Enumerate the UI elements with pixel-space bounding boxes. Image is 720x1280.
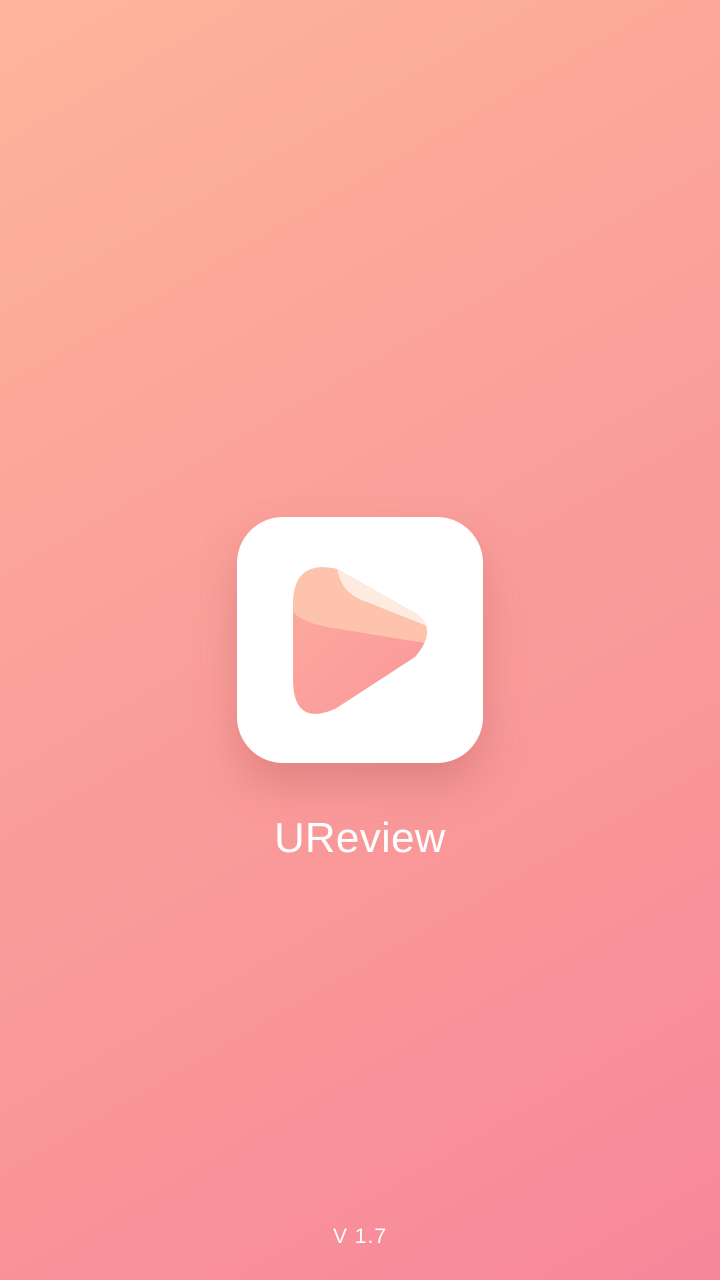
play-logo-icon [293, 567, 427, 714]
app-logo [237, 517, 483, 763]
app-version: V 1.7 [332, 1225, 388, 1248]
app-name: UReview [274, 814, 446, 861]
